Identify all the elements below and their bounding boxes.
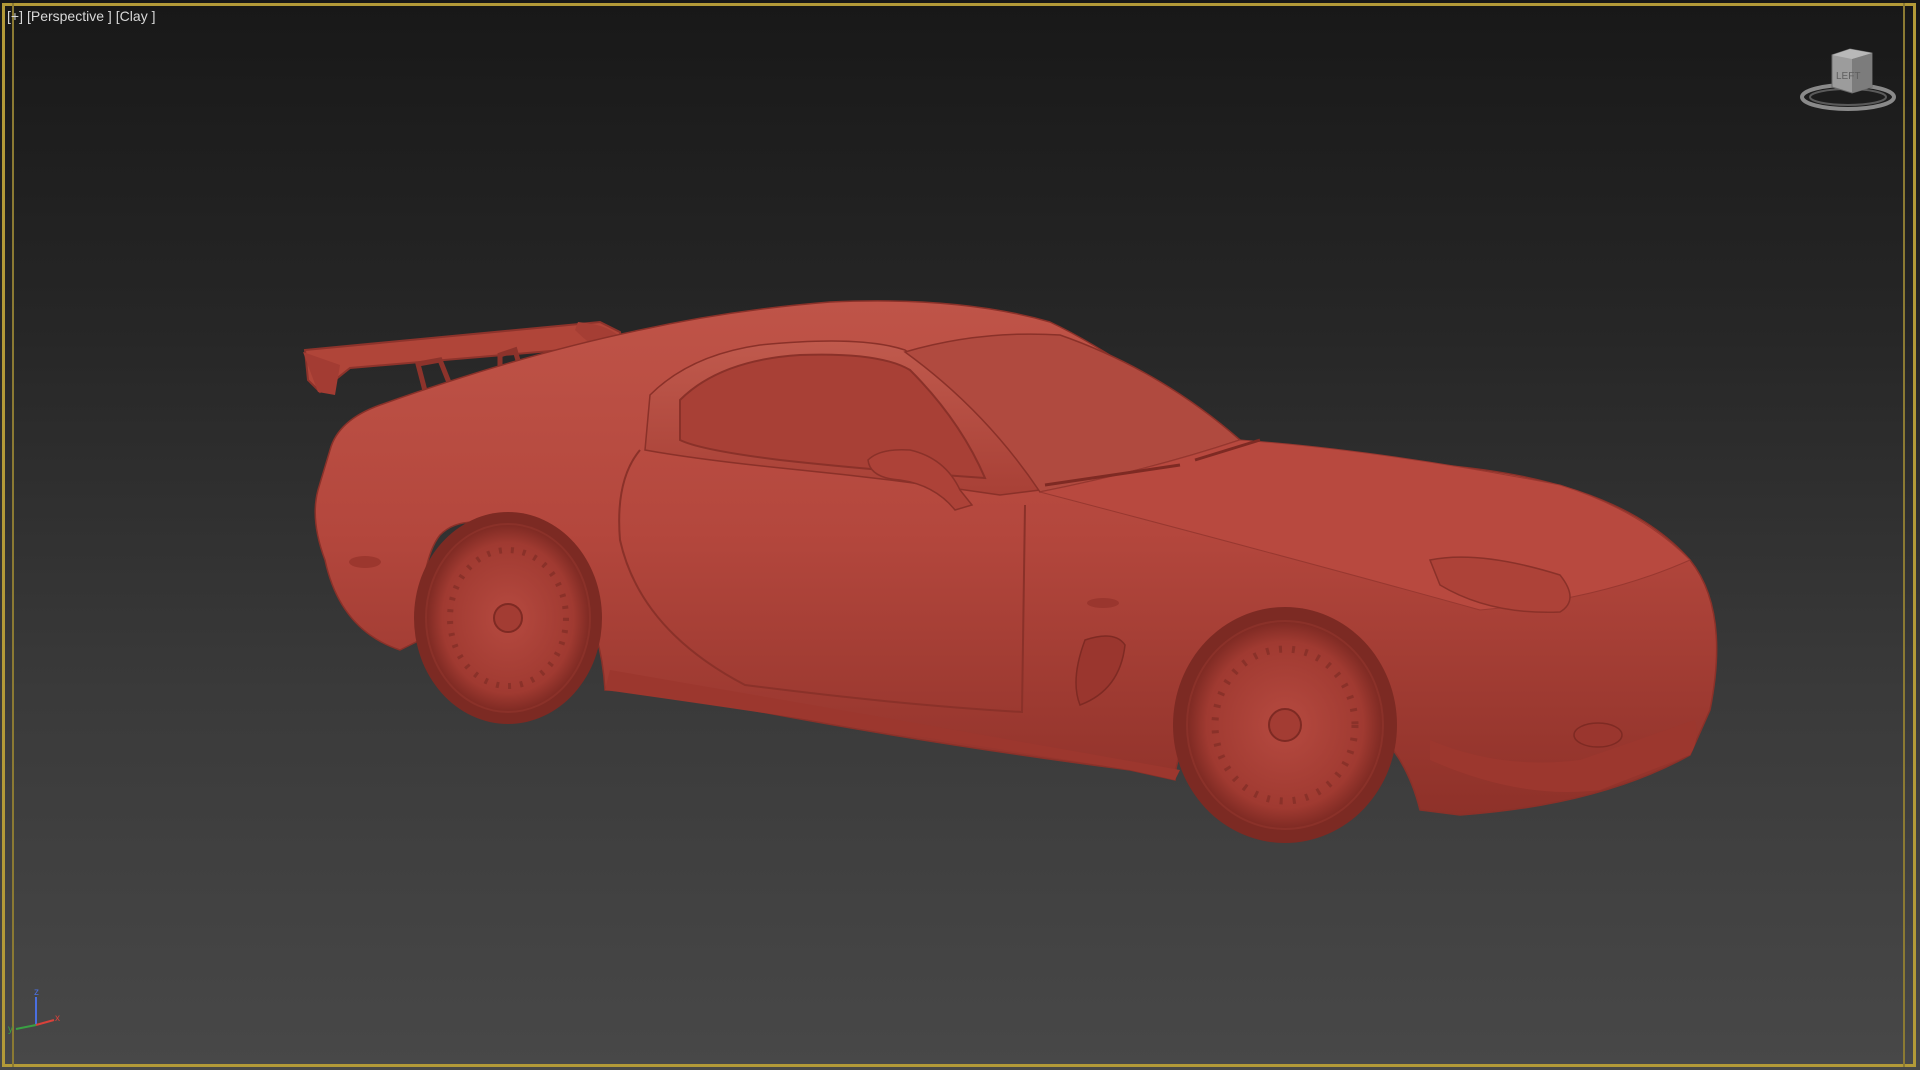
x-axis-label: x [55,1013,60,1024]
rear-wheel [414,512,602,724]
viewport-shading-menu[interactable]: [Clay ] [116,8,156,24]
perspective-viewport[interactable]: [+] [Perspective ] [Clay ] LEFT z x y [0,0,1920,1070]
z-axis-label: z [34,987,39,998]
y-axis-label: y [8,1024,13,1035]
x-axis-line [35,1019,55,1026]
axis-tripod-icon: z x y [8,987,60,1035]
viewport-general-menu[interactable]: [+] [7,8,23,24]
viewport-point-of-view-menu[interactable]: [Perspective ] [27,8,112,24]
viewcube-icon[interactable]: LEFT [1790,45,1900,117]
viewcube-face-label: LEFT [1836,71,1860,82]
y-axis-line [15,1024,37,1030]
car-model-render[interactable] [0,0,1920,1070]
front-wheel [1173,607,1397,843]
viewport-label-menu: [+] [Perspective ] [Clay ] [7,8,155,24]
